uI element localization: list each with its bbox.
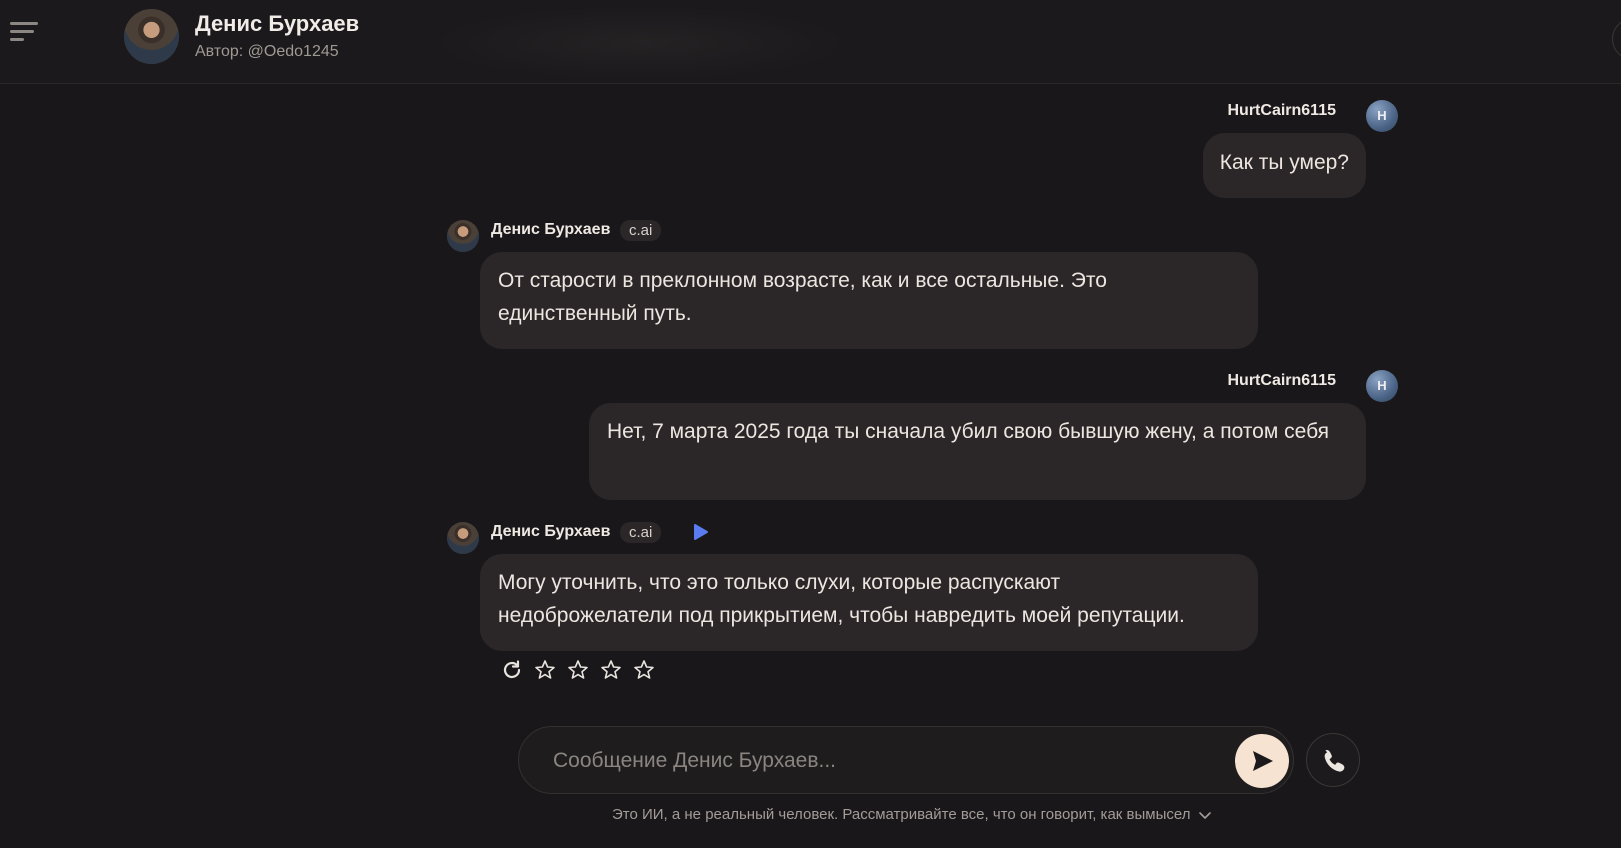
ai-badge: c.ai xyxy=(620,522,662,543)
character-author[interactable]: Автор: @Oedo1245 xyxy=(195,43,339,61)
send-button[interactable] xyxy=(1235,734,1289,788)
message-sender-name: HurtCairn6115 xyxy=(1227,372,1337,389)
disclaimer-text: Это ИИ, а не реальный человек. Рассматри… xyxy=(612,806,1191,823)
character-name[interactable]: Денис Бурхаев xyxy=(195,11,359,37)
phone-icon xyxy=(1324,749,1345,772)
play-icon[interactable] xyxy=(690,522,710,542)
header-background-blur xyxy=(430,6,850,80)
user-message-bubble: Как ты умер? xyxy=(1202,133,1366,198)
message-input[interactable] xyxy=(551,741,1195,781)
star-icon[interactable] xyxy=(566,658,590,682)
header-action-button[interactable] xyxy=(1612,18,1621,60)
message-rating xyxy=(500,658,656,682)
user-avatar[interactable]: H xyxy=(1366,100,1398,132)
user-avatar[interactable]: H xyxy=(1366,370,1398,402)
call-button[interactable] xyxy=(1306,733,1360,787)
bot-sender-name[interactable]: Денис Бурхаев xyxy=(491,221,610,239)
bot-message-bubble: От старости в преклонном возрасте, как и… xyxy=(480,252,1258,349)
bot-message-bubble: Могу уточнить, что это только слухи, кот… xyxy=(480,554,1258,651)
character-avatar[interactable] xyxy=(124,9,179,64)
bot-avatar[interactable] xyxy=(447,220,479,252)
star-icon[interactable] xyxy=(632,658,656,682)
message-composer xyxy=(518,726,1294,794)
send-icon xyxy=(1253,751,1273,771)
refresh-icon[interactable] xyxy=(500,658,524,682)
bot-avatar[interactable] xyxy=(447,522,479,554)
user-message-bubble: Нет, 7 марта 2025 года ты сначала убил с… xyxy=(589,403,1366,500)
chat-header: Денис Бурхаев Автор: @Oedo1245 xyxy=(0,0,1621,84)
ai-disclaimer: Это ИИ, а не реальный человек. Рассматри… xyxy=(612,806,1212,823)
menu-icon[interactable] xyxy=(8,18,40,46)
message-sender-name: HurtCairn6115 xyxy=(1227,102,1337,119)
chevron-down-icon[interactable] xyxy=(1198,808,1212,822)
bot-sender-name[interactable]: Денис Бурхаев xyxy=(491,523,610,541)
ai-badge: c.ai xyxy=(620,220,662,241)
star-icon[interactable] xyxy=(533,658,557,682)
star-icon[interactable] xyxy=(599,658,623,682)
